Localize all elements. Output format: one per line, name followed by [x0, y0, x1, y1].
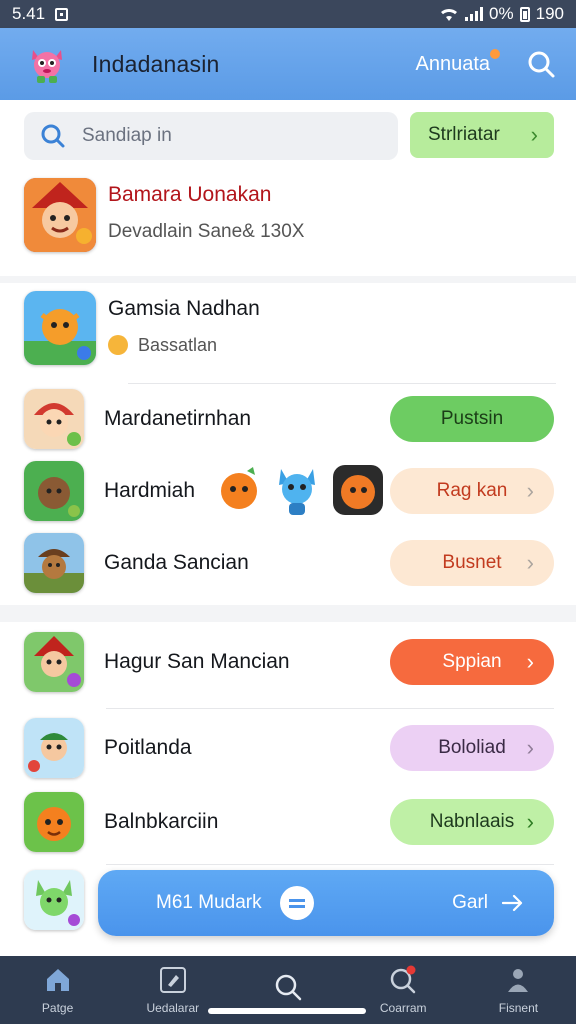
emoji-face-icon [108, 335, 128, 355]
list-item[interactable]: Hardmiah Rag kan › [24, 461, 554, 521]
blue-cat-icon [279, 469, 316, 515]
orange-creature-icon [221, 467, 258, 509]
app-logo[interactable] [24, 41, 70, 87]
chevron-right-icon: › [526, 735, 534, 760]
search-icon [528, 51, 555, 78]
featured-subtitle-row: Bassatlan [108, 335, 260, 356]
list-item-button[interactable]: Rag kan › [390, 468, 554, 514]
featured-section-2: Gamsia Nadhan Bassatlan [0, 283, 576, 383]
nav-label: Coarram [379, 1001, 427, 1015]
game-thumbnail [24, 632, 84, 692]
list-item-name: Hardmiah [104, 479, 196, 502]
list-item[interactable]: Balnbkarciin Nabnlaais › [24, 792, 554, 852]
game-thumbnail [24, 533, 84, 593]
search-button[interactable] [526, 49, 556, 79]
chevron-right-icon: › [526, 809, 534, 834]
game-thumbnail [24, 461, 84, 521]
notification-icon [55, 7, 69, 21]
list-item-button-label: Sppian [442, 651, 502, 672]
game-thumbnail [24, 870, 84, 930]
nav-label: Fisnent [498, 1001, 539, 1015]
list-item-button[interactable]: Busnet › [390, 540, 554, 586]
content-area: Sandiap in Strlriatar › Bamara Uonakan D… [0, 100, 576, 956]
featured-subtitle: Devadlain Sane& 130X [108, 221, 305, 242]
nav-item-home[interactable]: Patge [0, 956, 115, 1024]
battery-icon [519, 6, 530, 22]
search-input[interactable]: Sandiap in [24, 112, 398, 160]
character-icons [217, 465, 384, 517]
search-notify-icon [390, 965, 416, 994]
annuata-button[interactable]: Annuata [415, 48, 500, 76]
chevron-right-icon: › [526, 649, 534, 674]
list-item-name: Poitlanda [104, 736, 192, 759]
profile-icon [508, 969, 529, 992]
nav-label: Uedalarar [146, 1001, 200, 1015]
game-thumbnail [24, 389, 84, 449]
list-item-button-label: Pustsin [440, 408, 504, 429]
list-item[interactable]: Hagur San Mancian Sppian › [24, 632, 554, 692]
arrow-right-icon [502, 894, 523, 912]
app-title: Indadanasin [92, 50, 220, 77]
search-placeholder: Sandiap in [82, 125, 172, 146]
game-thumbnail [24, 178, 96, 252]
list-item-name: Hagur San Mancian [104, 650, 290, 673]
chevron-right-icon: › [530, 122, 538, 147]
signal-icon [465, 7, 484, 21]
nav-label: Patge [41, 1001, 74, 1015]
fox-character-icon [333, 465, 384, 515]
annuata-label: Annuata [415, 52, 490, 75]
game-thumbnail [24, 718, 84, 778]
filter-button-label: Strlriatar [428, 124, 500, 145]
list-item-name: Ganda Sancian [104, 551, 249, 574]
list-item-button-label: Busnet [442, 552, 502, 573]
nav-item-profile[interactable]: Fisnent [461, 956, 576, 1024]
list-item-name: Mardanetirnhan [104, 407, 252, 430]
home-indicator[interactable] [208, 1008, 366, 1014]
game-list-1: Mardanetirnhan Pustsin Hardmiah Rag kan … [0, 383, 576, 605]
list-item-button[interactable]: Nabnlaais › [390, 799, 554, 845]
status-time: 5.41 [12, 4, 46, 23]
featured-title: Bamara Uonakan [108, 183, 272, 206]
fab-left-label: M61 Mudark [156, 892, 262, 913]
list-item[interactable]: Poitlanda Bololiad › [24, 718, 554, 778]
featured-title: Gamsia Nadhan [108, 296, 260, 320]
list-item[interactable]: Ganda Sancian Busnet › [24, 533, 554, 593]
list-item-name: Balnbkarciin [104, 810, 219, 833]
list-item[interactable]: Mardanetirnhan Pustsin [24, 389, 554, 449]
fab-right-label: Garl [452, 892, 488, 913]
search-icon [41, 124, 65, 148]
search-icon [275, 974, 302, 1001]
list-item-button[interactable]: Bololiad › [390, 725, 554, 771]
featured-item[interactable]: Bamara Uonakan Devadlain Sane& 130X [24, 178, 554, 252]
list-item-button-label: Nabnlaais [429, 811, 515, 832]
chevron-right-icon: › [526, 478, 534, 503]
edit-icon [159, 967, 186, 993]
list-item-button[interactable]: Pustsin [390, 396, 554, 442]
list-item-button-label: Bololiad [438, 737, 506, 758]
filter-button[interactable]: Strlriatar › [410, 112, 554, 158]
featured-section: Sandiap in Strlriatar › Bamara Uonakan D… [0, 100, 576, 276]
floating-action-bar[interactable]: M61 Mudark Garl [98, 870, 554, 936]
fab-go-button[interactable]: Garl [452, 892, 524, 914]
game-thumbnail [24, 792, 84, 852]
list-item-button-label: Rag kan [436, 480, 508, 501]
game-thumbnail [24, 291, 96, 365]
list-item-button[interactable]: Sppian › [390, 639, 554, 685]
featured-item[interactable]: Gamsia Nadhan Bassatlan [24, 291, 554, 365]
status-bar: 5.41 0% 190 [0, 0, 576, 28]
home-icon [46, 969, 69, 991]
wifi-icon [441, 8, 458, 21]
featured-subtitle: Bassatlan [138, 334, 218, 355]
app-bar: Indadanasin Annuata [0, 28, 576, 100]
equals-icon[interactable] [279, 886, 314, 920]
search-row: Sandiap in Strlriatar › [24, 112, 554, 160]
notification-dot [490, 48, 500, 59]
chevron-right-icon: › [526, 550, 534, 575]
battery-percent: 0% [489, 4, 514, 23]
status-right-text: 190 [535, 4, 564, 23]
